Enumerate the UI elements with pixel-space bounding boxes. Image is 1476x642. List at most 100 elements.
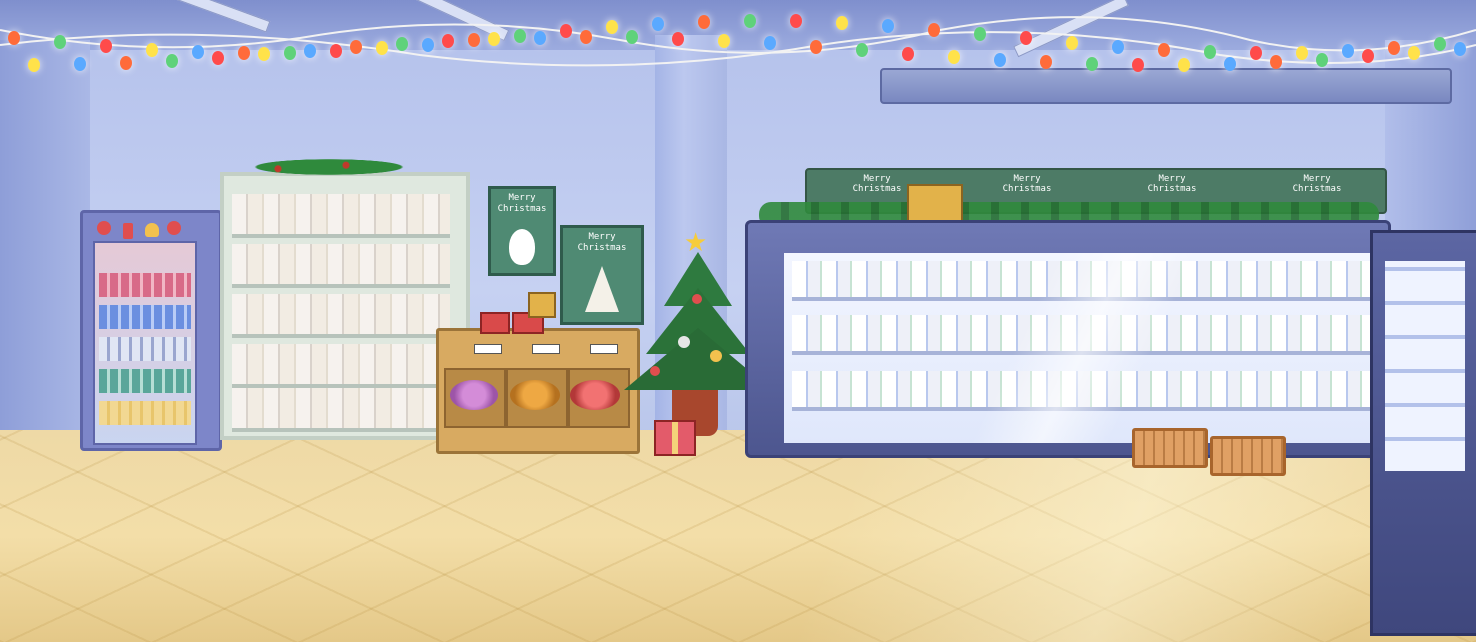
light-bulb [836, 16, 848, 31]
grapes-pile [450, 380, 498, 410]
side-fridge-glass[interactable] [1385, 261, 1465, 471]
light-bulb [284, 45, 296, 60]
banner-line1: Merry [1013, 174, 1041, 184]
bin-label [532, 344, 560, 354]
banner-line2: Christmas [1002, 184, 1052, 194]
light-bulb [120, 55, 132, 70]
light-bulb [1066, 35, 1078, 50]
light-bulb [580, 30, 592, 44]
produce-bin [436, 328, 640, 454]
light-bulb [1250, 45, 1262, 60]
light-bulb [238, 45, 250, 60]
light-bulb [146, 42, 158, 57]
shopping-basket[interactable] [1210, 436, 1286, 476]
banner-line1: Merry [863, 174, 891, 184]
light-bulb [1132, 57, 1144, 72]
light-bulb [1112, 39, 1124, 54]
light-bulb [928, 22, 940, 37]
display-interior[interactable] [784, 253, 1384, 443]
light-bulb [212, 50, 224, 65]
side-fridge [1370, 230, 1476, 636]
poster-line1: Merry [508, 193, 536, 203]
light-bulb [534, 30, 546, 45]
shelf-products-row [232, 244, 450, 288]
light-bulb [744, 14, 756, 29]
display-case-body [745, 220, 1391, 458]
light-bulb [1342, 43, 1354, 58]
light-bulb [882, 18, 894, 33]
bin-label [474, 344, 502, 354]
ornament-icon [710, 350, 722, 362]
gift-ribbon [672, 422, 678, 454]
holly-garland [244, 158, 414, 176]
bell-ornament [145, 223, 159, 237]
stocking-ornament [123, 223, 133, 239]
drinks-fridge [80, 210, 222, 451]
light-bulb [192, 44, 204, 59]
banner-text: Merry Christmas [1112, 174, 1232, 194]
ornament-icon [650, 366, 660, 376]
drinks-row [99, 305, 191, 329]
snowflake-ornament [97, 221, 111, 235]
light-bulb [514, 28, 526, 43]
light-bulb [672, 31, 684, 46]
light-bulb [488, 32, 500, 46]
light-bulb [698, 14, 710, 29]
banner-line2: Christmas [1292, 184, 1342, 194]
light-bulb [1316, 52, 1328, 67]
drinks-row [99, 369, 191, 393]
open-display-fridge: Merry Christmas Merry Christmas Merry Ch… [745, 168, 1395, 458]
poster-line2: Christmas [497, 204, 547, 214]
ornament-icon [692, 294, 702, 304]
light-bulb [902, 46, 914, 61]
light-bulb [396, 37, 408, 52]
light-bulb [1086, 57, 1098, 72]
light-bulb [28, 57, 40, 72]
shelf-products-row [232, 344, 450, 388]
oranges-pile [510, 380, 560, 410]
light-bulb [718, 33, 730, 48]
apples-pile [570, 380, 620, 410]
light-bulb [856, 43, 868, 58]
gift-box-gold[interactable] [907, 184, 963, 222]
gift-box-under-tree[interactable] [654, 420, 696, 456]
christmas-poster-snowman: Merry Christmas [488, 186, 556, 276]
light-bulb [422, 37, 434, 52]
drinks-row [99, 401, 191, 425]
shelf-products-row [232, 194, 450, 238]
light-bulb [1178, 57, 1190, 72]
banner-line1: Merry [1303, 174, 1331, 184]
grocery-shelf [220, 158, 470, 440]
shopping-basket[interactable] [1132, 428, 1208, 468]
snowflake-ornament [167, 221, 181, 235]
sunlight-beam [700, 430, 1476, 642]
gift-box[interactable] [480, 312, 510, 334]
glass-glare [784, 253, 1384, 443]
ceiling-vent [880, 68, 1452, 104]
light-bulb [1270, 55, 1282, 70]
ornament-icon [678, 336, 690, 348]
light-bulb [1296, 45, 1308, 60]
shelf-products-row [232, 294, 450, 338]
light-bulb [1224, 56, 1236, 71]
fridge-glass-door[interactable] [93, 241, 197, 445]
banner-text: Merry Christmas [1257, 174, 1377, 194]
light-bulb [994, 53, 1006, 67]
tree-icon [585, 266, 619, 312]
drinks-row [99, 273, 191, 297]
drinks-row [99, 337, 191, 361]
gift-box-gold[interactable] [528, 292, 556, 318]
light-bulb [948, 50, 960, 64]
snowman-icon [509, 229, 535, 265]
light-bulb [1388, 40, 1400, 55]
light-bulb [330, 44, 342, 59]
light-bulb [810, 39, 822, 54]
light-bulb [304, 43, 316, 58]
light-bulb [1408, 45, 1420, 60]
light-bulb [974, 26, 986, 41]
banner-line2: Christmas [1147, 184, 1197, 194]
banner-line1: Merry [1158, 174, 1186, 184]
bin-label [590, 344, 618, 354]
banner-text: Merry Christmas [967, 174, 1087, 194]
shelf-products-row [232, 388, 450, 432]
